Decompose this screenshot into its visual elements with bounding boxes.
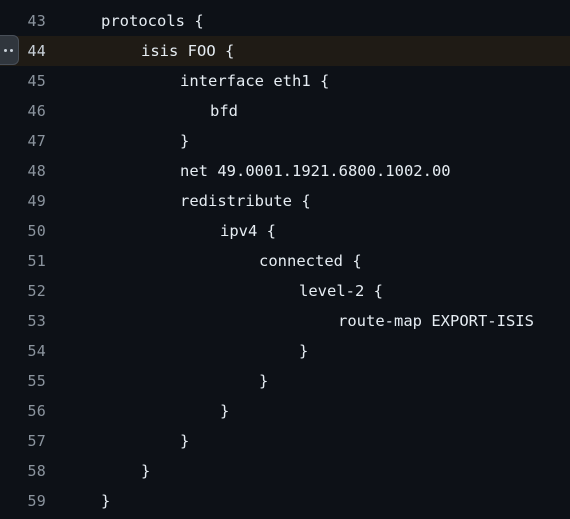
line-number[interactable]: 48 [0, 162, 46, 180]
code-line-44[interactable]: 44 isis FOO { [0, 36, 570, 66]
line-code: net 49.0001.1921.6800.1002.00 [180, 162, 451, 180]
line-code: } [101, 492, 111, 510]
line-code: } [180, 432, 190, 450]
line-number[interactable]: 47 [0, 132, 46, 150]
code-line-57[interactable]: 57 } [0, 426, 570, 456]
line-number[interactable]: 49 [0, 192, 46, 210]
line-code: ipv4 { [220, 222, 276, 240]
code-line-46[interactable]: 46 bfd [0, 96, 570, 126]
line-options-button[interactable] [0, 35, 19, 65]
line-code: redistribute { [180, 192, 311, 210]
line-number[interactable]: 52 [0, 282, 46, 300]
line-number[interactable]: 53 [0, 312, 46, 330]
line-number[interactable]: 43 [0, 12, 46, 30]
code-line-55[interactable]: 55 } [0, 366, 570, 396]
line-number[interactable]: 54 [0, 342, 46, 360]
code-line-47[interactable]: 47 } [0, 126, 570, 156]
code-editor: } 43 protocols { 44 isis FOO { 45 interf… [0, 0, 570, 519]
line-number[interactable]: 59 [0, 492, 46, 510]
line-number[interactable]: 56 [0, 402, 46, 420]
line-code: interface eth1 { [180, 72, 330, 90]
code-line-53[interactable]: 53 route-map EXPORT-ISIS [0, 306, 570, 336]
code-line-51[interactable]: 51 connected { [0, 246, 570, 276]
line-code: } [259, 372, 269, 390]
line-code: } [299, 342, 309, 360]
partial-line-above: } [0, 0, 570, 2]
line-number[interactable]: 46 [0, 102, 46, 120]
line-code: bfd [210, 102, 238, 120]
line-code: connected { [259, 252, 362, 270]
code-line-43[interactable]: 43 protocols { [0, 6, 570, 36]
code-line-54[interactable]: 54 } [0, 336, 570, 366]
line-code: } [180, 132, 190, 150]
line-number[interactable]: 57 [0, 432, 46, 450]
code-line-45[interactable]: 45 interface eth1 { [0, 66, 570, 96]
code-line-48[interactable]: 48 net 49.0001.1921.6800.1002.00 [0, 156, 570, 186]
code-line-52[interactable]: 52 level-2 { [0, 276, 570, 306]
code-line-58[interactable]: 58 } [0, 456, 570, 486]
code-line-56[interactable]: 56 } [0, 396, 570, 426]
line-number[interactable]: 51 [0, 252, 46, 270]
line-number[interactable]: 45 [0, 72, 46, 90]
line-code: } [141, 462, 151, 480]
kebab-horizontal-icon [4, 48, 13, 52]
line-code: route-map EXPORT-ISIS [338, 312, 534, 330]
line-code: } [220, 402, 230, 420]
line-code: level-2 { [299, 282, 383, 300]
line-code: isis FOO { [141, 42, 235, 60]
line-number[interactable]: 58 [0, 462, 46, 480]
code-line-59[interactable]: 59 } [0, 486, 570, 516]
code-line-49[interactable]: 49 redistribute { [0, 186, 570, 216]
code-line-50[interactable]: 50 ipv4 { [0, 216, 570, 246]
line-number[interactable]: 55 [0, 372, 46, 390]
line-number[interactable]: 50 [0, 222, 46, 240]
line-code: protocols { [101, 12, 204, 30]
